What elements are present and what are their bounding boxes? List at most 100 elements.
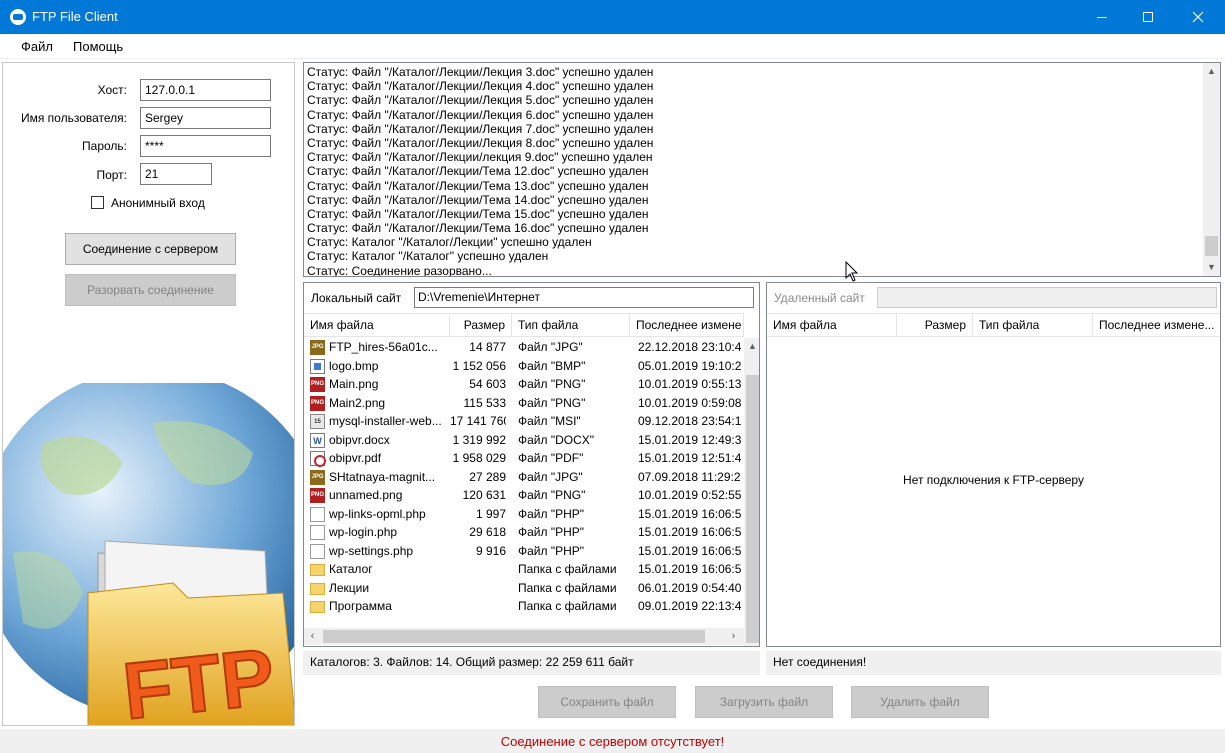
password-input[interactable]: **** (140, 135, 271, 157)
window-title: FTP File Client (32, 9, 118, 24)
upload-file-button[interactable]: Загрузить файл (695, 686, 833, 718)
table-row[interactable]: PNG Main.png 54 603 Файл "PNG" 10.01.2019 0:… (304, 375, 744, 394)
file-name: mysql-installer-web... (329, 414, 442, 428)
maximize-icon (1143, 12, 1153, 23)
menu-file[interactable]: Файл (21, 39, 53, 54)
username-input[interactable]: Sergey (140, 107, 271, 129)
table-row[interactable]: JPG FTP_hires-56a01c... 14 877 Файл "JPG" 22… (304, 338, 744, 357)
file-size: 14 877 (469, 340, 506, 354)
host-input[interactable]: 127.0.0.1 (140, 79, 271, 101)
minimize-button[interactable] (1079, 0, 1125, 34)
file-type: Файл "PHP" (518, 506, 585, 521)
table-row[interactable]: PNG unnamed.png 120 631 Файл "PNG" 10.01.201… (304, 486, 744, 505)
log-panel[interactable]: Статус: Файл "/Каталог/Лекции/Лекция 3.d… (303, 62, 1221, 277)
scroll-thumb[interactable] (1205, 236, 1218, 256)
file-type: Файл "JPG" (518, 469, 583, 484)
file-type: Папка с файлами (518, 599, 617, 613)
scroll-thumb[interactable] (323, 630, 705, 643)
table-row[interactable]: wp-settings.php 9 916 Файл "PHP" 15.01.2019… (304, 542, 744, 561)
file-size: 120 631 (462, 488, 506, 502)
file-size: 1 997 (475, 506, 506, 521)
png-icon: PNG (310, 395, 325, 411)
close-button[interactable] (1175, 0, 1221, 34)
table-row[interactable]: wp-links-opml.php 1 997 Файл "PHP" 15.01.20… (304, 505, 744, 524)
scroll-left-icon[interactable]: ‹ (304, 628, 321, 645)
col-type[interactable]: Тип файла (512, 314, 630, 337)
file-name: logo.bmp (329, 358, 379, 373)
scroll-right-icon[interactable]: › (725, 628, 742, 645)
local-path-input[interactable]: D:\Vremenie\Интернет (414, 287, 754, 308)
col-modified[interactable]: Последнее измене (630, 314, 744, 337)
file-type: Файл "PNG" (518, 377, 586, 391)
file-size (450, 597, 506, 616)
table-row[interactable]: Wobipvr.docx 1 319 992 Файл "DOCX" 15.01.20… (304, 431, 744, 450)
png-icon: PNG (310, 377, 325, 392)
file-size: 27 289 (469, 469, 506, 484)
file-modified: 15.01.2019 12:51:4 (638, 451, 742, 465)
jpg-icon: JPG (310, 469, 325, 485)
port-label: Порт: (96, 168, 127, 182)
scroll-thumb[interactable] (746, 375, 759, 643)
connect-button[interactable]: Соединение с сервером (65, 233, 236, 265)
local-vscrollbar[interactable]: ▲ (744, 338, 759, 646)
table-row[interactable]: Программа Папка с файлами 09.01.2019 22:13… (304, 597, 744, 616)
file-name: Main2.png (329, 395, 386, 410)
table-row[interactable]: PNG Main2.png 115 533 Файл "PNG" 10.01.2019 … (304, 394, 744, 413)
col-name[interactable]: Имя файла (767, 314, 897, 337)
col-name[interactable]: Имя файла (304, 314, 450, 337)
file-modified: 22.12.2018 23:10:4 (638, 340, 742, 354)
ftp-globe-illustration: FTP (3, 383, 294, 725)
file-name: wp-settings.php (329, 543, 414, 558)
local-hscrollbar[interactable]: ‹ › (304, 628, 744, 645)
local-pane: Локальный сайт D:\Vremenie\Интернет Имя … (303, 282, 760, 647)
folder-icon (310, 582, 325, 595)
scroll-up-icon[interactable]: ▲ (1203, 63, 1220, 80)
table-row[interactable]: Лекции Папка с файлами 06.01.2019 0:54:40 (304, 579, 744, 598)
file-name: Программа (329, 599, 392, 613)
file-size (450, 560, 506, 579)
file-type: Файл "PDF" (518, 451, 584, 465)
host-label: Хост: (97, 83, 127, 97)
remote-summary: Нет соединения! (766, 651, 1221, 675)
file-type: Файл "DOCX" (518, 432, 595, 447)
file-size (450, 579, 506, 598)
col-size[interactable]: Размер (450, 314, 512, 337)
anonymous-checkbox[interactable] (91, 196, 104, 209)
username-label: Имя пользователя: (20, 111, 127, 125)
close-icon (1192, 11, 1204, 23)
scroll-up-icon[interactable]: ▲ (744, 338, 759, 355)
file-name: wp-login.php (329, 525, 398, 539)
table-row[interactable]: logo.bmp 1 152 056 Файл "BMP" 05.01.2019 19… (304, 357, 744, 376)
anonymous-label: Анонимный вход (111, 196, 205, 210)
file-name: Лекции (329, 580, 370, 595)
log-scrollbar[interactable]: ▲ ▼ (1203, 63, 1220, 276)
log-line: Статус: Каталог "/Каталог" успешно удале… (307, 249, 549, 264)
col-type[interactable]: Тип файла (973, 314, 1093, 337)
log-line: Статус: Файл "/Каталог/Лекции/Тема 12.do… (307, 164, 649, 179)
remote-path-input[interactable] (877, 287, 1217, 308)
table-row[interactable]: JPG SHtatnaya-magnit... 27 289 Файл "JPG" 07… (304, 468, 744, 487)
delete-file-button[interactable]: Удалить файл (851, 686, 989, 718)
col-size[interactable]: Размер (897, 314, 973, 337)
file-name: unnamed.png (329, 488, 403, 502)
file-type: Папка с файлами (518, 562, 617, 576)
table-row[interactable]: Каталог Папка с файлами 15.01.2019 16:06:5 (304, 560, 744, 579)
file-name: wp-links-opml.php (329, 506, 426, 521)
table-row[interactable]: 15 mysql-installer-web... 17 141 760 Файл "… (304, 412, 744, 431)
col-modified[interactable]: Последнее измене... (1093, 314, 1220, 337)
php-icon (310, 543, 325, 559)
file-modified: 15.01.2019 12:49:3 (638, 432, 742, 447)
status-bar: Соединение с сервером отсутствует! (0, 729, 1225, 753)
disconnect-button[interactable]: Разорвать соединение (65, 274, 236, 306)
connection-panel: Хост: 127.0.0.1 Имя пользователя: Sergey… (2, 62, 295, 726)
bmp-icon (310, 358, 325, 374)
file-type: Файл "PNG" (518, 395, 586, 410)
scroll-down-icon[interactable]: ▼ (1203, 259, 1220, 276)
table-row[interactable]: obipvr.pdf 1 958 029 Файл "PDF" 15.01.2019 … (304, 449, 744, 468)
file-size: 54 603 (469, 377, 506, 391)
maximize-button[interactable] (1125, 0, 1171, 34)
table-row[interactable]: wp-login.php 29 618 Файл "PHP" 15.01.2019 1… (304, 523, 744, 542)
port-input[interactable]: 21 (140, 163, 212, 185)
save-file-button[interactable]: Сохранить файл (538, 686, 676, 718)
menu-help[interactable]: Помощь (73, 39, 123, 54)
